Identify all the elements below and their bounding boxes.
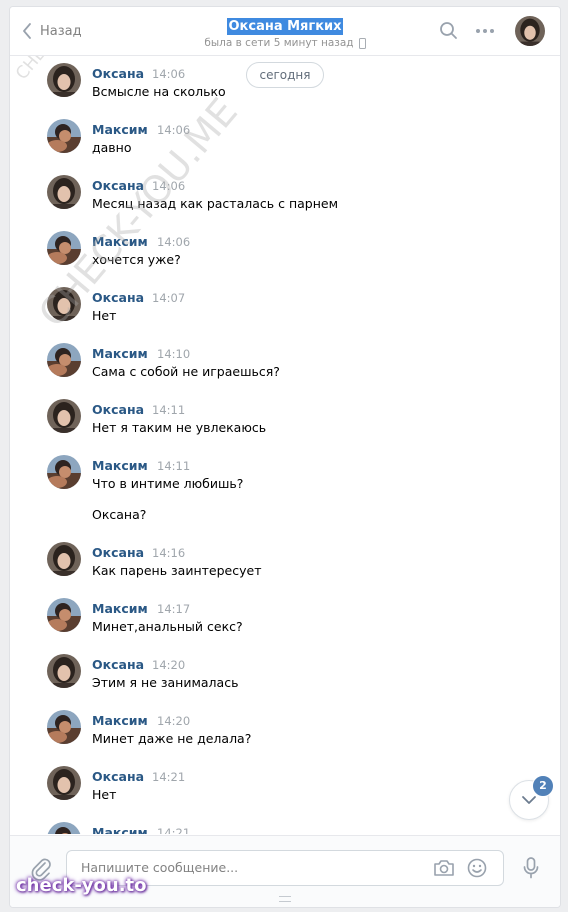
- camera-icon[interactable]: [433, 859, 455, 877]
- avatar-oksana-icon: [47, 175, 81, 209]
- author-name[interactable]: Максим: [92, 713, 148, 728]
- message-text: Как парень заинтересует: [92, 563, 262, 578]
- author-avatar[interactable]: [47, 455, 81, 489]
- author-avatar[interactable]: [47, 654, 81, 688]
- author-name[interactable]: Максим: [92, 234, 148, 249]
- chat-window: Назад Оксана Мягких была в сети 5 минут …: [9, 6, 561, 908]
- message-text: Всмысле на сколько: [92, 84, 226, 99]
- avatar-oksana-icon: [47, 63, 81, 97]
- message-time[interactable]: 14:06: [157, 123, 190, 137]
- author-name[interactable]: Максим: [92, 122, 148, 137]
- message-time[interactable]: 14:10: [157, 347, 190, 361]
- avatar-oksana-icon: [515, 16, 545, 46]
- message-text: Сама с собой не играешься?: [92, 364, 280, 379]
- author-avatar[interactable]: [47, 63, 81, 97]
- message-text: Оксана?: [92, 507, 147, 522]
- date-separator: сегодня: [246, 62, 324, 88]
- author-avatar[interactable]: [47, 287, 81, 321]
- message-time[interactable]: 14:11: [157, 459, 190, 473]
- microphone-icon[interactable]: [522, 856, 540, 880]
- author-name[interactable]: Оксана: [92, 545, 144, 560]
- avatar-maxim-icon: [47, 822, 81, 834]
- message-time[interactable]: 14:20: [152, 658, 185, 672]
- author-name[interactable]: Максим: [92, 346, 148, 361]
- message-text: Нет я таким не увлекаюсь: [92, 420, 267, 435]
- avatar-oksana-icon: [47, 766, 81, 800]
- avatar-maxim-icon: [47, 710, 81, 744]
- author-avatar[interactable]: [47, 542, 81, 576]
- avatar-oksana-icon: [47, 399, 81, 433]
- avatar-oksana-icon: [47, 542, 81, 576]
- avatar-oksana-icon: [47, 654, 81, 688]
- back-button[interactable]: Назад: [22, 21, 82, 41]
- message-time[interactable]: 14:06: [152, 67, 185, 81]
- chevron-left-icon: [23, 23, 31, 39]
- more-options-icon[interactable]: [474, 23, 496, 39]
- message-time[interactable]: 14:06: [157, 235, 190, 249]
- message-time[interactable]: 14:07: [152, 291, 185, 305]
- message-time[interactable]: 14:16: [152, 546, 185, 560]
- watermark-bottom: check-you.to: [16, 875, 147, 896]
- author-name[interactable]: Оксана: [92, 402, 144, 417]
- avatar-maxim-icon: [47, 231, 81, 265]
- author-name[interactable]: Оксана: [92, 769, 144, 784]
- message-text: Этим я не занималась: [92, 675, 239, 690]
- author-name[interactable]: Оксана: [92, 178, 144, 193]
- author-avatar[interactable]: [47, 710, 81, 744]
- author-avatar[interactable]: [47, 175, 81, 209]
- search-icon[interactable]: [439, 21, 459, 41]
- author-name[interactable]: Максим: [92, 458, 148, 473]
- message-text: Минет,анальный секс?: [92, 619, 243, 634]
- message-history[interactable]: сегодня Оксана 14:06 Всмысле на сколько Мак…: [10, 56, 560, 834]
- author-avatar[interactable]: [47, 598, 81, 632]
- message-time[interactable]: 14:21: [157, 826, 190, 834]
- contact-avatar[interactable]: [515, 16, 545, 46]
- chat-title[interactable]: Оксана Мягких: [227, 18, 343, 35]
- message-input[interactable]: [79, 859, 423, 876]
- message-composer: [10, 835, 560, 907]
- emoji-smile-icon[interactable]: [467, 858, 487, 878]
- author-avatar[interactable]: [47, 766, 81, 800]
- message-time[interactable]: 14:21: [152, 770, 185, 784]
- mobile-phone-icon: [358, 37, 366, 49]
- message-time[interactable]: 14:11: [152, 403, 185, 417]
- online-status-text: была в сети 5 минут назад: [204, 37, 354, 49]
- avatar-maxim-icon: [47, 343, 81, 377]
- message-time[interactable]: 14:17: [157, 602, 190, 616]
- avatar-maxim-icon: [47, 598, 81, 632]
- chat-title-block[interactable]: Оксана Мягких была в сети 5 минут назад: [150, 15, 420, 49]
- chat-header: Назад Оксана Мягких была в сети 5 минут …: [10, 7, 560, 56]
- author-name[interactable]: Оксана: [92, 290, 144, 305]
- author-avatar[interactable]: [47, 399, 81, 433]
- author-name[interactable]: Оксана: [92, 657, 144, 672]
- author-name[interactable]: Оксана: [92, 66, 144, 81]
- author-name[interactable]: Максим: [92, 601, 148, 616]
- message-time[interactable]: 14:20: [157, 714, 190, 728]
- author-avatar[interactable]: [47, 231, 81, 265]
- message-text: Месяц назад как расталась с парнем: [92, 196, 339, 211]
- avatar-oksana-icon: [47, 287, 81, 321]
- author-avatar[interactable]: [47, 343, 81, 377]
- resize-handle[interactable]: [279, 896, 291, 902]
- unread-count-badge: 2: [532, 775, 554, 797]
- online-status: была в сети 5 минут назад: [150, 37, 420, 49]
- message-text: Нет: [92, 787, 117, 802]
- chevron-down-icon: [522, 796, 536, 804]
- author-avatar[interactable]: [47, 822, 81, 834]
- author-name[interactable]: Максим: [92, 825, 148, 834]
- back-label: Назад: [40, 23, 82, 39]
- message-text: Минет даже не делала?: [92, 731, 252, 746]
- message-text: хочется уже?: [92, 252, 181, 267]
- message-text: Нет: [92, 308, 117, 323]
- author-avatar[interactable]: [47, 119, 81, 153]
- message-time[interactable]: 14:06: [152, 179, 185, 193]
- avatar-maxim-icon: [47, 455, 81, 489]
- message-text: Что в интиме любишь?: [92, 476, 244, 491]
- message-text: давно: [92, 140, 132, 155]
- avatar-maxim-icon: [47, 119, 81, 153]
